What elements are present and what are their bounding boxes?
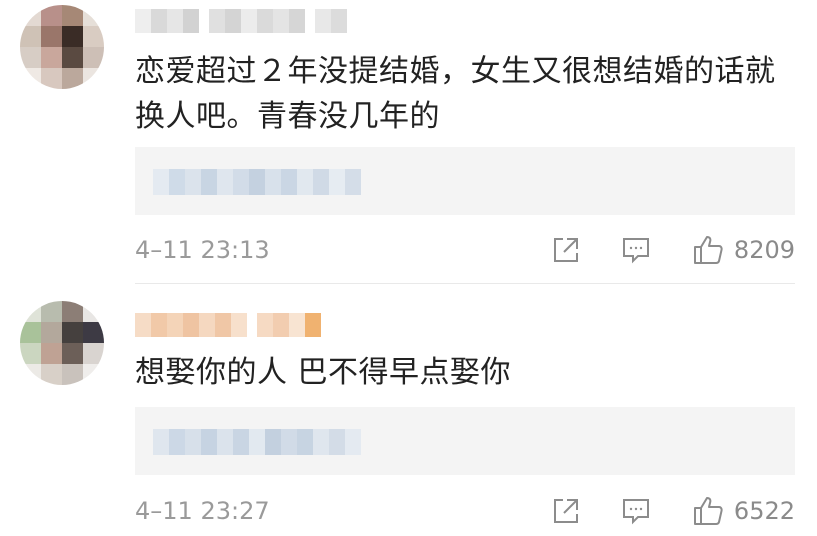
avatar[interactable] — [20, 301, 104, 385]
comment-icon[interactable] — [620, 234, 652, 266]
comment-actions: 8209 — [550, 234, 795, 266]
comment-actions: 6522 — [550, 495, 795, 527]
comment-icon[interactable] — [620, 495, 652, 527]
quoted-reply-box[interactable] — [135, 407, 795, 475]
quoted-reply-box[interactable] — [135, 147, 795, 215]
like-count: 6522 — [733, 497, 795, 525]
comment-text-line: 想娶你的人 巴不得早点娶你 — [135, 355, 512, 390]
timestamp: 4–11 23:27 — [135, 497, 270, 525]
quoted-reply-blurred — [153, 429, 361, 455]
share-icon[interactable] — [550, 495, 582, 527]
thumbs-up-icon[interactable] — [692, 495, 724, 527]
comment-text-line: 换人吧。青春没几年的 — [135, 99, 440, 134]
comment-item: 想娶你的人 巴不得早点娶你 4–11 23:27 6522 — [0, 284, 817, 536]
username-blurred[interactable] — [135, 313, 321, 337]
comment-text-line: 恋爱超过２年没提结婚，女生又很想结婚的话就 — [135, 54, 776, 89]
avatar[interactable] — [20, 5, 104, 89]
share-icon[interactable] — [550, 234, 582, 266]
timestamp: 4–11 23:13 — [135, 236, 270, 264]
comment-item: 恋爱超过２年没提结婚，女生又很想结婚的话就 换人吧。青春没几年的 4–11 23… — [0, 0, 817, 283]
like-count: 8209 — [733, 236, 795, 264]
comment-text: 恋爱超过２年没提结婚，女生又很想结婚的话就 换人吧。青春没几年的 — [135, 49, 795, 139]
thumbs-up-icon[interactable] — [692, 234, 724, 266]
username-blurred[interactable] — [135, 9, 347, 33]
comment-text: 想娶你的人 巴不得早点娶你 — [135, 350, 795, 395]
quoted-reply-blurred — [153, 169, 361, 195]
